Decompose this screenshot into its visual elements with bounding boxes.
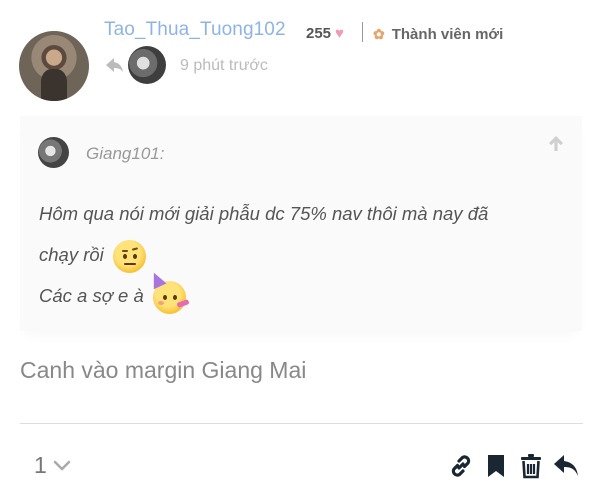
- trash-icon[interactable]: [517, 452, 545, 480]
- member-status: Thành viên mới: [391, 26, 504, 43]
- new-member-icon: ✿: [373, 26, 385, 42]
- chevron-down-icon: [53, 460, 71, 470]
- reply-arrow-icon: [106, 58, 123, 72]
- quote-line-3: Các a sợ e à: [39, 285, 144, 306]
- arrow-up-icon[interactable]: [547, 134, 565, 152]
- post-body: Canh vào margin Giang Mai: [20, 357, 307, 383]
- link-icon[interactable]: [447, 452, 475, 480]
- score-value: 255: [306, 25, 332, 42]
- quote-author: Giang101:: [86, 144, 165, 163]
- user-score: 255 ♥: [306, 25, 344, 42]
- quote-block: Giang101: Hôm qua nói mới giải phẫu dc 7…: [20, 116, 582, 331]
- bookmark-icon[interactable]: [482, 452, 510, 480]
- separator: [362, 22, 363, 42]
- partying-face-emoji: [147, 269, 190, 314]
- quote-line-3-wrap: Các a sợ e à: [39, 269, 562, 316]
- heart-icon: ♥: [335, 25, 344, 42]
- face-with-raised-eyebrow-emoji: [112, 239, 146, 273]
- quote-line-1: Hôm qua nói mới giải phẫu dc 75% nav thô…: [39, 203, 489, 224]
- like-count: 1: [34, 452, 47, 478]
- quote-avatar: [38, 137, 69, 168]
- quote-text: Hôm qua nói mới giải phẫu dc 75% nav thô…: [39, 193, 562, 316]
- post-avatar[interactable]: [19, 31, 89, 101]
- quote-line-2-wrap: chạy rồi: [39, 234, 562, 275]
- member-badge: ✿ Thành viên mới: [373, 26, 503, 43]
- post-username[interactable]: Tao_Thua_Tuong102: [104, 19, 286, 41]
- likes-toggle[interactable]: 1: [34, 452, 71, 479]
- reply-to-avatar[interactable]: [128, 46, 166, 84]
- quote-line-2: chạy rồi: [39, 244, 104, 265]
- divider: [20, 423, 583, 424]
- post-time[interactable]: 9 phút trước: [180, 57, 268, 75]
- reply-icon[interactable]: [552, 452, 580, 480]
